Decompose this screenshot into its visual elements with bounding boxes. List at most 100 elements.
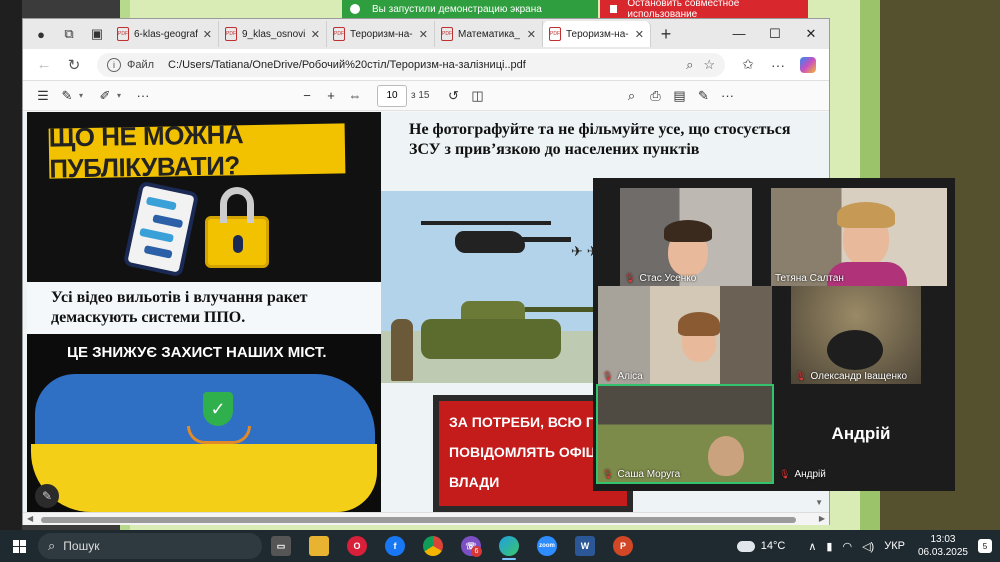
participant-tile[interactable]: 🎙 Стас Усенко <box>620 188 752 286</box>
chevron-down-icon[interactable]: ▾ <box>79 91 93 100</box>
task-view-icon[interactable]: ▭ <box>262 531 300 561</box>
participant-tile[interactable]: 🎙 Аліса <box>598 286 772 384</box>
page-number-input[interactable] <box>377 84 407 107</box>
copilot-icon[interactable] <box>800 56 816 73</box>
refresh-icon[interactable]: ↻ <box>59 56 89 74</box>
rotate-icon[interactable]: ↺ <box>442 88 466 104</box>
tab-2[interactable]: PDF 9_klas_osnovi ✕ <box>219 21 327 47</box>
opera-icon[interactable]: O <box>338 531 376 561</box>
page-view-icon[interactable]: ◫ <box>466 88 490 104</box>
tab-4[interactable]: PDF Математика_ ✕ <box>435 21 543 47</box>
close-icon[interactable]: ✕ <box>419 28 428 41</box>
close-icon[interactable]: ✕ <box>203 28 212 41</box>
tab-3[interactable]: PDF Тероризм-на- ✕ <box>327 21 435 47</box>
slide-heading: Не фотографуйте та не фільмуйте усе, що … <box>409 121 791 158</box>
chevron-up-icon[interactable]: ∧ <box>808 540 816 553</box>
back-icon[interactable]: ← <box>29 56 59 73</box>
participant-name: Тетяна Салтан <box>775 273 844 284</box>
collections-icon[interactable]: ⧉ <box>55 20 83 48</box>
slide-image-publish: ЩО НЕ МОЖНА ПУБЛІКУВАТИ? <box>27 112 381 282</box>
profile-icon[interactable]: ● <box>27 20 55 48</box>
slide-image-map: ЦЕ ЗНИЖУЄ ЗАХИСТ НАШИХ МІСТ. ✓ <box>27 334 381 512</box>
participant-name: 🎙 Стас Усенко <box>624 273 697 284</box>
close-window-icon[interactable]: ✕ <box>793 26 829 42</box>
lock-icon <box>205 187 269 268</box>
print-icon[interactable]: ⎙ <box>644 88 668 104</box>
page-total: з 15 <box>411 90 430 101</box>
file-explorer-icon[interactable] <box>300 531 338 561</box>
url-field[interactable]: i Файл C:/Users/Tatiana/OneDrive/Робочий… <box>97 52 725 77</box>
mic-off-icon: 🎙 <box>624 273 636 283</box>
scroll-down-arrow[interactable]: ▼ <box>815 498 823 507</box>
battery-icon[interactable]: ▮ <box>826 540 832 553</box>
scroll-left-arrow[interactable]: ◀ <box>27 514 33 523</box>
notification-count[interactable]: 5 <box>978 539 992 553</box>
participant-tile[interactable]: 🎙 Олександр Іващенко <box>791 286 921 384</box>
participant-tile-active-speaker[interactable]: 🎙 Саша Моруга <box>596 384 774 484</box>
info-icon[interactable]: i <box>107 57 121 72</box>
tab-actions-icon[interactable]: ▣ <box>83 20 111 48</box>
screen-share-banner: Вы запустили демонстрацию экрана Останов… <box>342 0 808 20</box>
zoom-out-icon[interactable]: − <box>295 88 319 103</box>
more-icon[interactable]: ··· <box>716 88 740 103</box>
fit-page-icon[interactable]: ⇔ <box>343 88 367 103</box>
tank-gun <box>525 307 595 312</box>
shield-check-icon: ✓ <box>203 392 233 426</box>
horizontal-scrollbar[interactable]: ◀ ▶ <box>23 512 829 525</box>
weather-widget[interactable]: 14°C <box>736 540 786 552</box>
viber-icon[interactable]: ☏ 6 <box>452 531 490 561</box>
favorites-icon[interactable]: ✩ <box>733 56 763 73</box>
word-icon[interactable]: W <box>566 531 604 561</box>
chat-bubble <box>145 196 177 211</box>
stop-icon <box>610 5 618 13</box>
participant-face <box>708 436 744 476</box>
close-icon[interactable]: ✕ <box>635 28 644 41</box>
save-icon[interactable]: ▤ <box>668 88 692 104</box>
chevron-down-icon[interactable]: ▾ <box>117 91 131 100</box>
pdf-toolbar: ☰ ✎ ▾ ✐ ▾ ··· − + ⇔ з 15 ↺ ◫ ⌕ ⎙ ▤ ✎ ··· <box>23 81 829 111</box>
temperature: 14°C <box>760 540 786 552</box>
more-tools-icon[interactable]: ··· <box>131 88 155 103</box>
tab-1[interactable]: PDF 6-klas-geograf ✕ <box>111 21 219 47</box>
banner-title: ЩО НЕ МОЖНА ПУБЛІКУВАТИ? <box>48 119 346 184</box>
tab-label: Тероризм-на- <box>350 28 413 40</box>
chrome-icon[interactable] <box>414 531 452 561</box>
maximize-icon[interactable]: ☐ <box>757 26 793 42</box>
participant-tile[interactable]: Тетяна Салтан <box>771 188 947 286</box>
start-button[interactable] <box>0 539 38 553</box>
clock[interactable]: 13:03 06.03.2025 <box>918 533 968 559</box>
zoom-icon[interactable]: zoom <box>528 531 566 561</box>
taskbar-search[interactable]: ⌕ Пошук <box>38 533 262 559</box>
tab-5-active[interactable]: PDF Тероризм-на- ✕ <box>543 21 651 47</box>
facebook-icon[interactable]: f <box>376 531 414 561</box>
contents-icon[interactable]: ☰ <box>31 88 55 104</box>
new-tab-button[interactable]: + <box>651 24 681 45</box>
map-yellow-part <box>31 444 377 512</box>
wifi-icon[interactable]: ◠ <box>842 540 852 553</box>
stop-sharing-button[interactable]: Остановить совместное использование <box>600 0 808 20</box>
pen-icon[interactable]: ✎ <box>35 484 59 508</box>
volume-icon[interactable]: ◁) <box>862 540 874 553</box>
powerpoint-icon[interactable]: P <box>604 531 642 561</box>
scroll-right-arrow[interactable]: ▶ <box>819 514 825 523</box>
star-icon[interactable]: ☆ <box>703 57 715 73</box>
language-indicator[interactable]: УКР <box>884 540 905 552</box>
scrollbar-thumb[interactable] <box>41 517 796 523</box>
draw-icon[interactable]: ✐ <box>93 88 117 104</box>
more-icon[interactable]: ··· <box>763 57 793 73</box>
highlight-icon[interactable]: ✎ <box>55 88 79 104</box>
zoom-in-icon[interactable]: + <box>319 88 343 103</box>
edge-icon[interactable] <box>490 531 528 561</box>
zoom-search-icon[interactable]: ⌕ <box>686 57 693 73</box>
helicopter-icon <box>455 231 525 253</box>
chat-bubble <box>152 214 184 229</box>
save-as-icon[interactable]: ✎ <box>692 88 716 104</box>
minimize-icon[interactable]: — <box>721 26 757 42</box>
participant-tile-no-video[interactable]: Андрій 🎙 Андрій <box>775 386 947 482</box>
close-icon[interactable]: ✕ <box>527 28 536 41</box>
mic-off-icon: 🎙 <box>779 469 791 479</box>
close-icon[interactable]: ✕ <box>311 28 320 41</box>
mic-off-icon: 🎙 <box>602 371 614 381</box>
share-status: Вы запустили демонстрацию экрана <box>342 0 598 18</box>
search-icon[interactable]: ⌕ <box>620 88 644 104</box>
